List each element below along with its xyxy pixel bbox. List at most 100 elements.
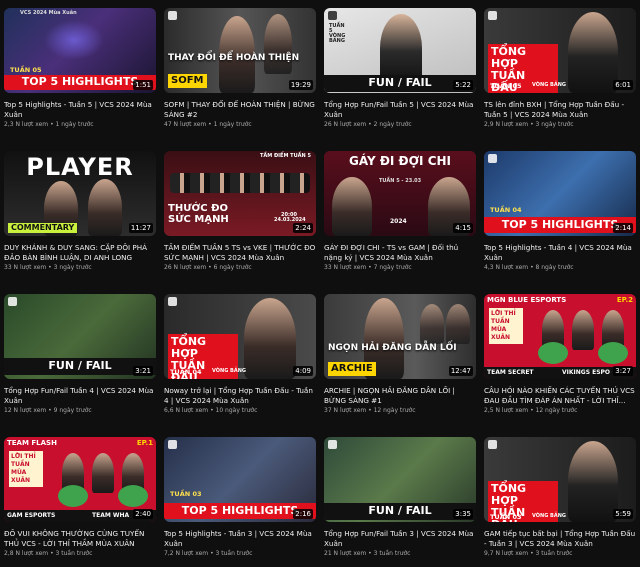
video-title[interactable]: GÁY ĐI ĐỢI CHI - TS vs GAM | Đối thủ nặn… bbox=[324, 243, 476, 262]
video-duration: 11:27 bbox=[128, 223, 153, 233]
view-count: 21 N lượt xem bbox=[324, 550, 367, 558]
upload-age: 12 ngày trước bbox=[535, 407, 578, 415]
match-time: 20:00 24.03.2024 bbox=[274, 212, 306, 223]
video-title[interactable]: Tổng Hợp Fun/Fail Tuần 3 | VCS 2024 Mùa … bbox=[324, 529, 476, 548]
video-thumbnail[interactable]: GÁY ĐI ĐỢI CHI TUẦN 5 - 23.03 2024 4:15 bbox=[324, 151, 476, 236]
video-title[interactable]: Top 5 Highlights - Tuần 3 | VCS 2024 Mùa… bbox=[164, 529, 316, 548]
video-card[interactable]: NGỌN HẢI ĐĂNG DẪN LỐI ARCHIE 12:47 ARCHI… bbox=[324, 294, 476, 415]
video-thumbnail[interactable]: TỔNG HỢP TUẦN ĐẤU TUẦN 04 VÒNG BẢNG 4:09 bbox=[164, 294, 316, 379]
year-label: 2024 bbox=[390, 218, 407, 225]
video-title[interactable]: ĐỒ VUI KHÔNG THƯỜNG CÙNG TUYỂN THỦ VCS -… bbox=[4, 529, 156, 548]
view-count: 4,3 N lượt xem bbox=[484, 264, 529, 272]
video-thumbnail[interactable]: TUẦN 5 VÒNG BẢNG FUN / FAIL 5:22 bbox=[324, 8, 476, 93]
view-count: 12 N lượt xem bbox=[4, 407, 47, 415]
video-card[interactable]: FUN / FAIL 3:21 Tổng Hợp Fun/Fail Tuần 4… bbox=[4, 294, 156, 415]
video-title[interactable]: Top 5 Highlights - Tuần 5 | VCS 2024 Mùa… bbox=[4, 100, 156, 119]
upload-age: 3 ngày trước bbox=[53, 264, 92, 272]
thumbnail-overlay-text: GÁY ĐI ĐỢI CHI bbox=[348, 154, 452, 168]
team-right: VIKINGS ESPO bbox=[562, 369, 611, 376]
video-duration: 2:24 bbox=[293, 223, 313, 233]
view-count: 26 N lượt xem bbox=[164, 264, 207, 272]
channel-logo-icon bbox=[488, 440, 497, 449]
video-grid: VCS 2024 Mùa Xuân TUẦN 05 TOP 5 HIGHLIGH… bbox=[0, 0, 640, 567]
channel-logo-icon bbox=[168, 440, 177, 449]
video-duration: 3:27 bbox=[613, 366, 633, 376]
video-thumbnail[interactable]: NGỌN HẢI ĐĂNG DẪN LỐI ARCHIE 12:47 bbox=[324, 294, 476, 379]
video-card[interactable]: VCS 2024 Mùa Xuân TUẦN 05 TOP 5 HIGHLIGH… bbox=[4, 8, 156, 129]
video-duration: 5:59 bbox=[613, 509, 633, 519]
video-title[interactable]: Tổng Hợp Fun/Fail Tuần 5 | VCS 2024 Mùa … bbox=[324, 100, 476, 119]
week-label: TUẦN 04 bbox=[170, 368, 202, 376]
view-count: 26 N lượt xem bbox=[324, 121, 367, 129]
video-meta: 9,7 N lượt xem • 3 tuần trước bbox=[484, 550, 573, 558]
video-thumbnail[interactable]: TEAM FLASH EP.1 LỜI THỈ TUẦN MÙA XUÂN GA… bbox=[4, 437, 156, 522]
upload-age: 1 ngày trước bbox=[55, 121, 94, 129]
video-duration: 19:29 bbox=[288, 80, 313, 90]
video-card[interactable]: TUẦN 04 TOP 5 HIGHLIGHTS 2:14 Top 5 High… bbox=[484, 151, 636, 272]
series-stamp: LỜI THỈ TUẦN MÙA XUÂN bbox=[9, 451, 43, 487]
video-thumbnail[interactable]: PLAYER COMMENTARY 11:27 bbox=[4, 151, 156, 236]
video-meta: 33 N lượt xem • 3 ngày trước bbox=[4, 264, 92, 272]
view-count: 7,2 N lượt xem bbox=[164, 550, 209, 558]
upload-age: 3 tuần trước bbox=[535, 550, 573, 558]
video-duration: 3:21 bbox=[133, 366, 153, 376]
video-card[interactable]: TỔNG HỢP TUẦN ĐẤU TUẦN 04 VÒNG BẢNG 4:09… bbox=[164, 294, 316, 415]
video-duration: 1:51 bbox=[133, 80, 153, 90]
video-title[interactable]: GAM tiếp tục bất bại | Tổng Hợp Tuần Đấu… bbox=[484, 529, 636, 548]
thumbnail-subtext: COMMENTARY bbox=[8, 223, 78, 233]
video-thumbnail[interactable]: TUẦN 04 TOP 5 HIGHLIGHTS 2:14 bbox=[484, 151, 636, 236]
video-meta: 12 N lượt xem • 9 ngày trước bbox=[4, 407, 92, 415]
video-card[interactable]: MGN BLUE ESPORTS EP.2 LỜI THỈ TUẦN MÙA X… bbox=[484, 294, 636, 415]
video-title[interactable]: ARCHIE | NGỌN HẢI ĐĂNG DẪN LỐI | BỪNG SÁ… bbox=[324, 386, 476, 405]
channel-logo-icon bbox=[168, 297, 177, 306]
video-thumbnail[interactable]: VCS 2024 Mùa Xuân TUẦN 05 TOP 5 HIGHLIGH… bbox=[4, 8, 156, 93]
stage-label: VÒNG BẢNG bbox=[532, 513, 567, 519]
video-duration: 2:40 bbox=[133, 509, 153, 519]
video-title[interactable]: TS lên đỉnh BXH | Tổng Hợp Tuần Đấu - Tu… bbox=[484, 100, 636, 119]
video-thumbnail[interactable]: TẦM ĐIỂM TUẦN 5 THƯỚC ĐO SỨC MẠNH 20:00 … bbox=[164, 151, 316, 236]
thumbnail-overlay-text: THƯỚC ĐO SỨC MẠNH bbox=[168, 203, 229, 225]
video-card[interactable]: PLAYER COMMENTARY 11:27 DUY KHÁNH & DUY … bbox=[4, 151, 156, 272]
video-title[interactable]: Noway trở lại | Tổng Hợp Tuần Đấu - Tuần… bbox=[164, 386, 316, 405]
video-meta: 2,5 N lượt xem • 12 ngày trước bbox=[484, 407, 578, 415]
stage-label: VÒNG BẢNG bbox=[532, 82, 567, 88]
video-thumbnail[interactable]: THAY ĐỔI ĐỂ HOÀN THIỆN SOFM 19:29 bbox=[164, 8, 316, 93]
upload-age: 1 ngày trước bbox=[213, 121, 252, 129]
team-label: MGN BLUE ESPORTS bbox=[487, 296, 567, 304]
video-meta: 33 N lượt xem • 7 ngày trước bbox=[324, 264, 412, 272]
video-thumbnail[interactable]: TUẦN 03 TOP 5 HIGHLIGHTS 2:16 bbox=[164, 437, 316, 522]
upload-age: 7 ngày trước bbox=[373, 264, 412, 272]
upload-age: 3 tuần trước bbox=[55, 550, 93, 558]
video-card[interactable]: TỔNG HỢP TUẦN ĐẤU TUẦN 05 VÒNG BẢNG 6:01… bbox=[484, 8, 636, 129]
video-title[interactable]: DUY KHÁNH & DUY SANG: CẶP ĐÔI PHÁ ĐẢO BÀ… bbox=[4, 243, 156, 262]
view-count: 47 N lượt xem bbox=[164, 121, 207, 129]
video-card[interactable]: THAY ĐỔI ĐỂ HOÀN THIỆN SOFM 19:29 SOFM |… bbox=[164, 8, 316, 129]
channel-logo-icon bbox=[328, 440, 337, 449]
channel-logo-icon bbox=[488, 11, 497, 20]
team-label: TEAM FLASH bbox=[7, 439, 57, 447]
video-title[interactable]: SOFM | THAY ĐỔI ĐỂ HOÀN THIỆN | BỪNG SÁN… bbox=[164, 100, 316, 119]
video-thumbnail[interactable]: TỔNG HỢP TUẦN ĐẤU TUẦN 05 VÒNG BẢNG 6:01 bbox=[484, 8, 636, 93]
video-card[interactable]: TUẦN 03 TOP 5 HIGHLIGHTS 2:16 Top 5 High… bbox=[164, 437, 316, 558]
video-duration: 6:01 bbox=[613, 80, 633, 90]
video-card[interactable]: TỔNG HỢP TUẦN ĐẤU TUẦN 03 VÒNG BẢNG 5:59… bbox=[484, 437, 636, 558]
view-count: 33 N lượt xem bbox=[4, 264, 47, 272]
video-card[interactable]: TẦM ĐIỂM TUẦN 5 THƯỚC ĐO SỨC MẠNH 20:00 … bbox=[164, 151, 316, 272]
view-count: 2,8 N lượt xem bbox=[4, 550, 49, 558]
video-card[interactable]: FUN / FAIL 3:35 Tổng Hợp Fun/Fail Tuần 3… bbox=[324, 437, 476, 558]
video-title[interactable]: Top 5 Highlights - Tuần 4 | VCS 2024 Mùa… bbox=[484, 243, 636, 262]
video-duration: 3:35 bbox=[453, 509, 473, 519]
video-thumbnail[interactable]: MGN BLUE ESPORTS EP.2 LỜI THỈ TUẦN MÙA X… bbox=[484, 294, 636, 379]
video-card[interactable]: TUẦN 5 VÒNG BẢNG FUN / FAIL 5:22 Tổng Hợ… bbox=[324, 8, 476, 129]
upload-age: 12 ngày trước bbox=[373, 407, 416, 415]
video-card[interactable]: GÁY ĐI ĐỢI CHI TUẦN 5 - 23.03 2024 4:15 … bbox=[324, 151, 476, 272]
video-thumbnail[interactable]: FUN / FAIL 3:35 bbox=[324, 437, 476, 522]
video-title[interactable]: CÂU HỎI NÀO KHIẾN CÁC TUYỂN THỦ VCS ĐAU … bbox=[484, 386, 636, 405]
video-thumbnail[interactable]: FUN / FAIL 3:21 bbox=[4, 294, 156, 379]
upload-age: 3 tuần trước bbox=[373, 550, 411, 558]
week-label: TUẦN 05 bbox=[490, 82, 522, 90]
video-title[interactable]: TẦM ĐIỂM TUẦN 5 TS vs VKE | THƯỚC ĐO SỨC… bbox=[164, 243, 316, 262]
video-thumbnail[interactable]: TỔNG HỢP TUẦN ĐẤU TUẦN 03 VÒNG BẢNG 5:59 bbox=[484, 437, 636, 522]
video-card[interactable]: TEAM FLASH EP.1 LỜI THỈ TUẦN MÙA XUÂN GA… bbox=[4, 437, 156, 558]
video-title[interactable]: Tổng Hợp Fun/Fail Tuần 4 | VCS 2024 Mùa … bbox=[4, 386, 156, 405]
